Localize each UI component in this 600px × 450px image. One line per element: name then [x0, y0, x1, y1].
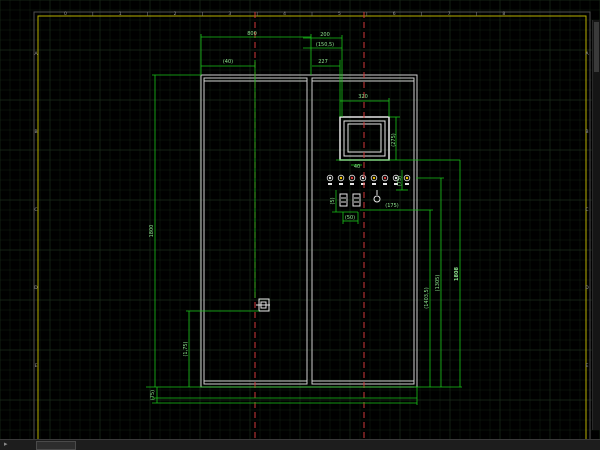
- ruler-column-label: 6: [393, 11, 396, 17]
- indicator-lamp-core: [328, 176, 332, 180]
- dim-overall-height: 1800: [149, 225, 155, 238]
- dim-button-spacing: 40: [354, 164, 360, 170]
- ruler-row-label: D: [34, 285, 38, 291]
- ruler-row-label: C: [34, 207, 37, 213]
- ruler-column-label: 5: [338, 11, 341, 17]
- indicator-lamp-core: [339, 176, 343, 180]
- indicator-lamp-core: [372, 176, 376, 180]
- dim-small-b: (50): [345, 215, 355, 221]
- dim-overall-width: 800: [247, 31, 257, 37]
- indicator-lamp-core: [405, 176, 409, 180]
- layout-tab[interactable]: [36, 441, 76, 450]
- vertical-scrollbar[interactable]: [592, 20, 600, 430]
- door-handle: [256, 298, 270, 312]
- ruler-column-label: 4: [283, 11, 286, 17]
- ruler-column-label: 1: [119, 11, 122, 17]
- indicator-lamp-core: [383, 176, 387, 180]
- lamp-label-plate: [328, 183, 332, 185]
- ruler-row-label: D: [585, 285, 589, 291]
- ruler-row-label: E: [586, 363, 589, 369]
- status-bar: ▸: [0, 439, 600, 450]
- ruler-row-label: A: [585, 51, 589, 57]
- model-space-icon[interactable]: ▸: [4, 441, 12, 448]
- dim-button-rows: (75): [397, 176, 403, 186]
- dim-screen-width: 320: [358, 94, 368, 100]
- dim-left-door: (40): [223, 59, 233, 65]
- dim-base: (75): [150, 390, 156, 400]
- ruler-row-label: B: [34, 129, 37, 135]
- ruler-row-label: C: [585, 207, 588, 213]
- dim-mid-height: (1403,5): [424, 287, 430, 308]
- ruler-column-label: 7: [448, 11, 451, 17]
- ruler-column-label: 2: [174, 11, 177, 17]
- drawing-canvas[interactable]: 012345678AABBCCDDEEFF: [0, 0, 600, 450]
- dim-small-c: (175): [385, 203, 398, 209]
- lamp-label-plate: [339, 183, 343, 185]
- dim-small-a: (5): [330, 197, 336, 204]
- lamp-label-plate: [350, 183, 354, 185]
- lamp-label-plate: [383, 183, 387, 185]
- drawing-svg: 012345678AABBCCDDEEFF: [0, 0, 600, 450]
- dim-lower-height: (1305): [435, 275, 441, 292]
- dim-right-offset: 200: [320, 32, 330, 38]
- grid-layer: [0, 0, 600, 450]
- dim-panel-half: (150,5): [316, 42, 334, 48]
- ruler-column-label: 3: [228, 11, 231, 17]
- dimension-lines: [146, 34, 462, 405]
- ruler-row-label: B: [585, 129, 588, 135]
- lamp-label-plate: [372, 183, 376, 185]
- indicator-lamp-core: [350, 176, 354, 180]
- dimension-labels: 800 (40) 200 (150,5) 227 320 (275) 40 (7…: [149, 31, 460, 400]
- center-lines: [254, 12, 365, 440]
- dim-screen-height: (275): [391, 133, 397, 146]
- dim-panel-offset: 227: [318, 59, 328, 65]
- dim-handle-height: (1,75): [183, 341, 189, 356]
- ruler-row-label: E: [35, 363, 38, 369]
- ruler-column-label: 8: [502, 11, 505, 17]
- dim-right-total: 1808: [454, 267, 460, 281]
- lamp-label-plate: [405, 183, 409, 185]
- scrollbar-thumb[interactable]: [594, 22, 599, 72]
- ruler-column-label: 0: [64, 11, 67, 17]
